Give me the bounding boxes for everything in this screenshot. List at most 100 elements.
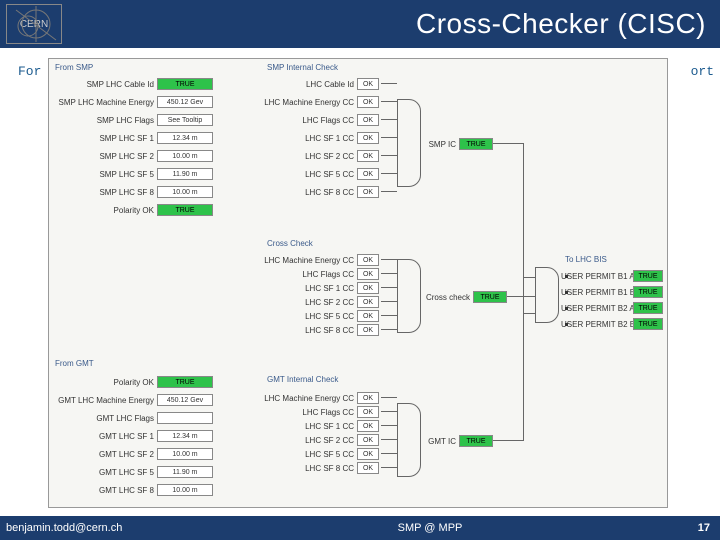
field-value: OK: [357, 420, 379, 432]
gmt-ic-out-label: GMT IC: [425, 437, 459, 446]
cross-out-label: Cross check: [425, 293, 473, 302]
wire: [381, 329, 397, 330]
smp-ic-out-value: TRUE: [459, 138, 493, 150]
field-label: GMT LHC Flags: [55, 414, 157, 423]
field-row: LHC SF 1 CCOK: [261, 281, 379, 295]
field-label: Polarity OK: [55, 378, 157, 387]
section-to-bis: To LHC BIS: [565, 255, 607, 264]
field-row: SMP LHC Cable IdTRUE: [55, 77, 213, 91]
field-value: 12.34 m: [157, 132, 213, 144]
wire-cross-h: [507, 296, 535, 297]
cross-out-value: TRUE: [473, 291, 507, 303]
field-row: LHC SF 1 CCOK: [261, 131, 379, 145]
field-value: See Tooltip: [157, 114, 213, 126]
cisc-panel: From SMP SMP Internal Check Cross Check …: [48, 58, 668, 508]
field-value: TRUE: [633, 270, 663, 282]
wire: [381, 191, 397, 192]
bg-text-right: ort: [691, 64, 714, 79]
field-value: TRUE: [633, 302, 663, 314]
field-row: LHC SF 2 CCOK: [261, 149, 379, 163]
field-row: LHC Cable IdOK: [261, 77, 379, 91]
field-value: OK: [357, 168, 379, 180]
field-label: LHC Flags CC: [261, 408, 357, 417]
field-label: LHC SF 1 CC: [261, 422, 357, 431]
bg-text-left: For: [18, 64, 41, 79]
wire: [381, 467, 397, 468]
field-label: GMT LHC SF 2: [55, 450, 157, 459]
wire: [381, 439, 397, 440]
field-row: USER PERMIT B2 BTRUE: [561, 317, 663, 331]
section-from-smp: From SMP: [55, 63, 93, 72]
and-gate-cross: [397, 259, 421, 333]
field-label: GMT LHC SF 1: [55, 432, 157, 441]
footer-page: 17: [660, 522, 720, 534]
field-row: USER PERMIT B2 ATRUE: [561, 301, 663, 315]
wire: [381, 101, 397, 102]
field-label: SMP LHC Cable Id: [55, 80, 157, 89]
field-label: SMP LHC SF 5: [55, 170, 157, 179]
field-row: GMT LHC Machine Energy450.12 Gev: [55, 393, 213, 407]
field-value: OK: [357, 448, 379, 460]
wire-vert: [523, 143, 524, 441]
gmt-ic-out-value: TRUE: [459, 435, 493, 447]
field-value: OK: [357, 324, 379, 336]
field-value: 10.00 m: [157, 186, 213, 198]
field-row: LHC SF 1 CCOK: [261, 419, 379, 433]
field-value: OK: [357, 268, 379, 280]
field-value: 10.00 m: [157, 448, 213, 460]
field-value: OK: [357, 296, 379, 308]
wire: [381, 453, 397, 454]
field-value: TRUE: [633, 318, 663, 330]
field-row: LHC SF 8 CCOK: [261, 323, 379, 337]
field-value: 10.00 m: [157, 150, 213, 162]
field-row: GMT LHC SF 210.00 m: [55, 447, 213, 461]
field-value: 450.12 Gev: [157, 394, 213, 406]
cern-logo: CERN: [6, 4, 62, 44]
wire: [381, 397, 397, 398]
footer-email: benjamin.todd@cern.ch: [0, 522, 200, 534]
field-label: GMT LHC SF 5: [55, 468, 157, 477]
field-label: LHC SF 5 CC: [261, 450, 357, 459]
field-value: OK: [357, 96, 379, 108]
wire: [381, 259, 397, 260]
field-row: GMT LHC Flags: [55, 411, 213, 425]
field-row: USER PERMIT B1 ATRUE: [561, 269, 663, 283]
field-row: LHC Flags CCOK: [261, 113, 379, 127]
field-label: LHC SF 1 CC: [261, 134, 357, 143]
field-value: OK: [357, 434, 379, 446]
field-label: SMP LHC SF 1: [55, 134, 157, 143]
field-label: LHC SF 8 CC: [261, 464, 357, 473]
field-value: 11.90 m: [157, 466, 213, 478]
field-value: OK: [357, 392, 379, 404]
field-row: LHC SF 2 CCOK: [261, 433, 379, 447]
smp-ic-out-label: SMP IC: [425, 140, 459, 149]
wire: [381, 273, 397, 274]
and-gate-final: [535, 267, 559, 323]
field-label: LHC SF 5 CC: [261, 170, 357, 179]
wire: [381, 83, 397, 84]
field-label: GMT LHC SF 8: [55, 486, 157, 495]
section-cross-check: Cross Check: [267, 239, 313, 248]
field-label: LHC Machine Energy CC: [261, 256, 357, 265]
field-label: LHC Machine Energy CC: [261, 394, 357, 403]
field-row: Polarity OKTRUE: [55, 375, 213, 389]
field-row: GMT LHC SF 511.90 m: [55, 465, 213, 479]
field-label: SMP LHC Machine Energy: [55, 98, 157, 107]
field-row: SMP LHC FlagsSee Tooltip: [55, 113, 213, 127]
field-value: [157, 412, 213, 424]
section-from-gmt: From GMT: [55, 359, 94, 368]
field-value: OK: [357, 150, 379, 162]
field-value: 450.12 Gev: [157, 96, 213, 108]
section-smp-ic: SMP Internal Check: [267, 63, 338, 72]
wire: [381, 425, 397, 426]
and-gate-smp: [397, 99, 421, 187]
field-label: LHC SF 2 CC: [261, 298, 357, 307]
field-value: TRUE: [157, 204, 213, 216]
slide-content: For ort From SMP SMP Internal Check Cros…: [0, 48, 720, 516]
field-value: TRUE: [157, 376, 213, 388]
footer-bar: benjamin.todd@cern.ch SMP @ MPP 17: [0, 516, 720, 540]
field-value: OK: [357, 310, 379, 322]
led-icon: [565, 275, 568, 278]
field-label: LHC Machine Energy CC: [261, 98, 357, 107]
field-label: USER PERMIT B2 A: [561, 304, 633, 313]
